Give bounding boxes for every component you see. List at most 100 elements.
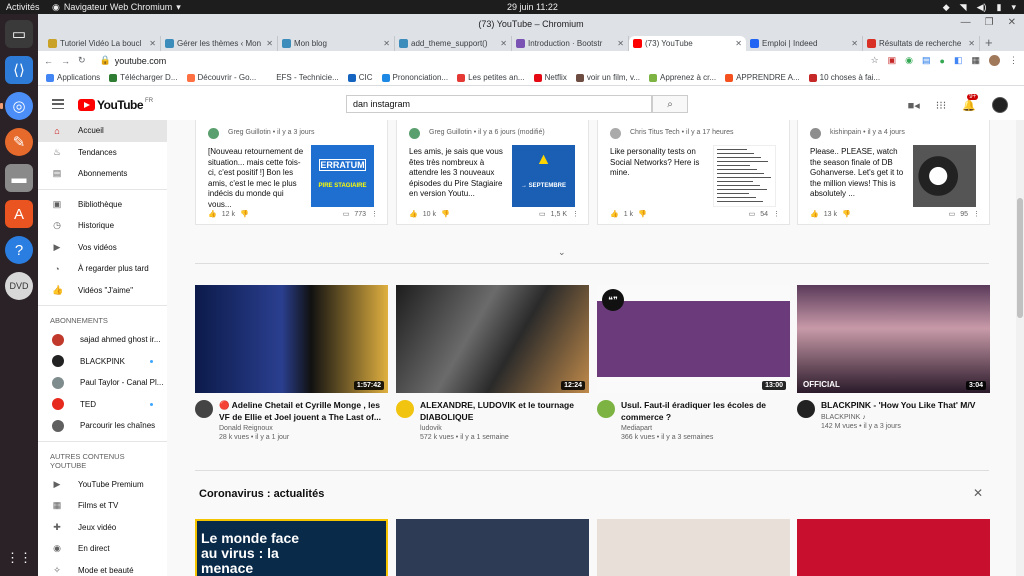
bookmark[interactable]: Télécharger D... [109,73,178,82]
video-thumbnail[interactable]: 13:00 ❝❞ [597,285,790,393]
bookmark[interactable]: Les petites an... [457,73,525,82]
new-tab-button[interactable]: + [985,35,993,50]
dislike-icon[interactable]: 👎 [638,210,647,218]
channel-avatar[interactable] [195,400,213,418]
video-thumbnail[interactable]: 1:57:42 [195,285,388,393]
scrollbar-thumb[interactable] [1017,198,1023,318]
bookmark[interactable]: EFS - Technicie... [265,73,339,82]
tray-shield-icon[interactable]: ◆ [943,2,950,13]
sidebar-item[interactable]: ⌂ Accueil [38,120,167,142]
channel-name[interactable]: Donald Reignoux [219,425,388,432]
bookmark[interactable]: Découvrir - Go... [186,73,256,82]
sidebar-item[interactable]: ▶ Vos vidéos [38,237,167,259]
close-icon[interactable]: ✕ [149,39,156,48]
author-avatar[interactable] [409,128,420,139]
video-thumbnail[interactable]: 12:24 [396,285,589,393]
profile-avatar[interactable] [989,55,1000,66]
close-icon[interactable]: ✕ [851,39,858,48]
extension-icon[interactable]: ● [940,56,945,66]
post-author[interactable]: Greg Guillotin [228,129,271,136]
sidebar-item[interactable]: ◔ À regarder plus tard [38,258,167,280]
channel-avatar[interactable] [597,400,615,418]
sidebar-item[interactable]: ▦ Films et TV [38,495,167,517]
more-icon[interactable]: ⋮ [773,210,780,218]
minimize-icon[interactable]: — [961,17,971,28]
more-icon[interactable]: ⋮ [973,210,980,218]
terminal-icon[interactable]: ▭ [5,20,33,48]
dislike-icon[interactable]: 👎 [441,210,450,218]
like-icon[interactable]: 👍 [610,210,619,218]
video-title[interactable]: BLACKPINK - 'How You Like That' M/V [821,400,975,412]
star-icon[interactable]: ☆ [871,55,879,66]
bookmark[interactable]: Netflix [533,73,567,82]
chromium-dock-icon[interactable]: ◎ [0,92,33,120]
dislike-icon[interactable]: 👎 [842,210,851,218]
close-icon[interactable]: ✕ [968,39,975,48]
post-author[interactable]: Greg Guillotin [429,129,472,136]
forward-icon[interactable]: → [61,56,70,66]
comment-icon[interactable]: ▭ [749,210,756,218]
video-title[interactable]: 🔴 Adeline Chetail et Cyrille Monge , les… [219,400,388,423]
subscription-item[interactable]: Parcourir les chaînes [38,415,167,437]
show-apps-icon[interactable]: ⋮⋮ [5,544,33,572]
vscode-icon[interactable]: ⟨⟩ [5,56,33,84]
community-post[interactable]: Chris Titus Tech • il y a 17 heures Like … [597,120,790,225]
comment-icon[interactable]: ▭ [343,210,350,218]
menu-icon[interactable]: ⋮ [1009,55,1018,66]
video-card[interactable]: 13:00 ❝❞ Usul. Faut-il éradiquer les école… [597,285,790,441]
post-image[interactable]: ERRATUM PIRE STAGIAIRE [311,145,374,207]
channel-name[interactable]: ludovik [420,425,589,432]
close-icon[interactable]: ✕ [500,39,507,48]
dislike-icon[interactable]: 👎 [240,210,249,218]
extension-icon[interactable]: ▤ [922,55,931,66]
channel-name[interactable]: Mediapart [621,425,790,432]
bookmark[interactable]: CIC [347,73,373,82]
clock[interactable]: 29 juin 11:22 [507,2,558,12]
search-button[interactable]: ⌕ [652,95,688,113]
help-icon[interactable]: ? [5,236,33,264]
tab[interactable]: Gérer les thèmes ‹ Mon ✕ [161,36,278,51]
software-center-icon[interactable]: A [5,200,33,228]
like-icon[interactable]: 👍 [208,210,217,218]
bookmark[interactable]: voir un film, v... [575,73,640,82]
channel-avatar[interactable] [396,400,414,418]
bookmark[interactable]: 10 choses à fai... [808,73,880,82]
volume-icon[interactable]: ◀) [977,2,987,13]
address-bar[interactable]: 🔒 youtube.com [100,55,167,66]
system-tray[interactable]: ◆ ◥ ◀) ▮ ▾ [943,2,1016,13]
bookmark[interactable]: APPRENDRE A... [725,73,800,82]
app-menu[interactable]: ◉ Navigateur Web Chromium ▾ [52,2,181,13]
author-avatar[interactable] [610,128,621,139]
bookmark[interactable]: Prononciation... [381,73,448,82]
subscription-item[interactable]: sajad ahmed ghost ir... [38,329,167,351]
tab[interactable]: Tutoriel Vidéo La boucl ✕ [44,36,161,51]
comment-icon[interactable]: ▭ [949,210,956,218]
channel-avatar[interactable] [797,400,815,418]
notifications-button[interactable]: 🔔 9+ [962,93,979,112]
news-thumbnail[interactable] [396,519,589,576]
sidebar-item[interactable]: ◷ Historique [38,215,167,237]
youtube-logo[interactable]: YouTube FR [78,98,153,112]
more-icon[interactable]: ⋮ [572,210,579,218]
close-icon[interactable]: ✕ [383,39,390,48]
channel-name[interactable]: BLACKPINK ♪ [821,414,975,421]
video-title[interactable]: ALEXANDRE, LUDOVIK et le tournage DIABOL… [420,400,589,423]
dvd-icon[interactable]: DVD [5,272,33,300]
news-thumbnail[interactable] [797,519,990,576]
user-avatar[interactable] [992,97,1008,113]
sidebar-item[interactable]: ▶ YouTube Premium [38,474,167,496]
news-thumbnail[interactable]: Le monde face au virus : la menace [195,519,388,576]
chevron-down-icon[interactable]: ▾ [1011,2,1016,13]
wifi-icon[interactable]: ◥ [960,2,967,13]
activities-button[interactable]: Activités [6,2,40,12]
community-post[interactable]: Greg Guillotin • il y a 6 jours (modifié… [396,120,589,225]
tab[interactable]: add_theme_support() ✕ [395,36,512,51]
community-post[interactable]: Greg Guillotin • il y a 3 jours [Nouveau … [195,120,388,225]
post-author[interactable]: kishinpain [830,129,861,136]
comment-icon[interactable]: ▭ [539,210,546,218]
post-image[interactable] [913,145,976,207]
back-icon[interactable]: ← [44,56,53,66]
author-avatar[interactable] [810,128,821,139]
sidebar-item[interactable]: ◉ En direct [38,538,167,560]
post-image[interactable] [713,145,776,207]
